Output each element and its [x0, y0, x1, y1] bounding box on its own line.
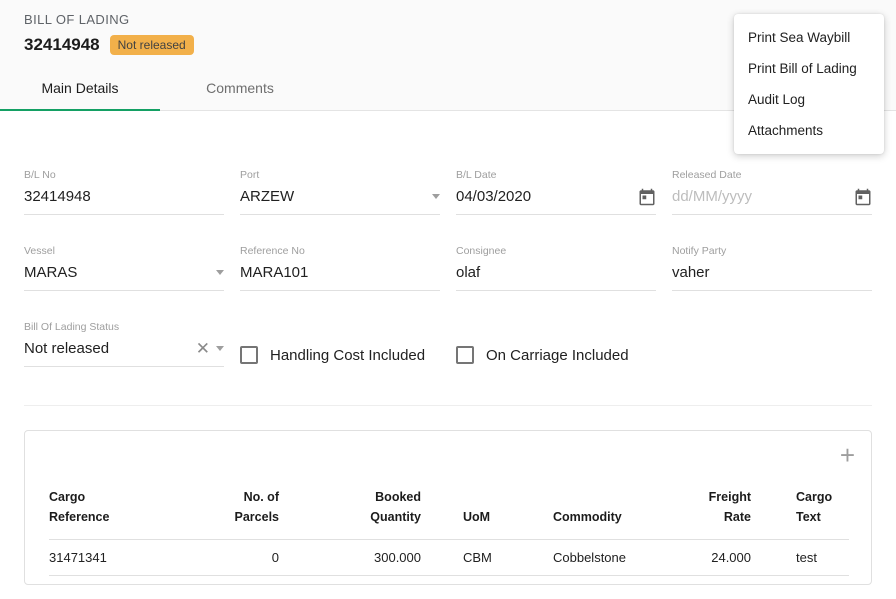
- notify-party-field[interactable]: Notify Party vaher: [672, 245, 872, 291]
- released-date-input[interactable]: dd/MM/yyyy: [672, 187, 872, 215]
- status-label: Bill Of Lading Status: [24, 321, 224, 333]
- vessel-input[interactable]: MARAS: [24, 263, 224, 291]
- port-label: Port: [240, 169, 440, 181]
- cell-commodity: Cobbelstone: [553, 540, 673, 576]
- reference-no-label: Reference No: [240, 245, 440, 257]
- on-carriage-label: On Carriage Included: [486, 347, 629, 364]
- table-header-row: Cargo Reference No. of Parcels Booked Qu…: [49, 487, 849, 540]
- cargo-table: Cargo Reference No. of Parcels Booked Qu…: [49, 487, 849, 576]
- consignee-label: Consignee: [456, 245, 656, 257]
- chevron-down-icon[interactable]: [216, 270, 224, 275]
- bl-date-input[interactable]: 04/03/2020: [456, 187, 656, 215]
- bl-number: 32414948: [24, 35, 100, 55]
- calendar-icon[interactable]: [854, 188, 872, 206]
- handling-cost-checkbox-row: Handling Cost Included: [240, 343, 440, 367]
- col-header-booked-quantity: Booked Quantity: [279, 487, 421, 540]
- cell-cargo-reference: 31471341: [49, 540, 209, 576]
- chevron-down-icon[interactable]: [216, 346, 224, 351]
- status-value: Not released: [24, 340, 190, 357]
- col-header-uom: UoM: [421, 487, 553, 540]
- status-select[interactable]: Bill Of Lading Status Not released ✕: [24, 321, 224, 367]
- cell-cargo-text: test: [751, 540, 849, 576]
- spacer: [672, 321, 872, 367]
- on-carriage-checkbox[interactable]: [456, 346, 474, 364]
- col-header-commodity: Commodity: [553, 487, 673, 540]
- main-details-form: B/L No 32414948 Port ARZEW B/L Date 04/0…: [0, 111, 896, 406]
- consignee-value: olaf: [456, 264, 656, 281]
- tab-main-details[interactable]: Main Details: [0, 67, 160, 111]
- port-value: ARZEW: [240, 188, 426, 205]
- bl-no-label: B/L No: [24, 169, 224, 181]
- port-select[interactable]: Port ARZEW: [240, 169, 440, 215]
- handling-cost-label: Handling Cost Included: [270, 347, 425, 364]
- port-input[interactable]: ARZEW: [240, 187, 440, 215]
- vessel-value: MARAS: [24, 264, 210, 281]
- released-date-placeholder: dd/MM/yyyy: [672, 188, 848, 205]
- context-menu: Print Sea Waybill Print Bill of Lading A…: [734, 14, 884, 154]
- menu-item-print-sea-waybill[interactable]: Print Sea Waybill: [734, 22, 884, 53]
- col-header-freight-rate: Freight Rate: [673, 487, 751, 540]
- released-date-label: Released Date: [672, 169, 872, 181]
- tab-comments[interactable]: Comments: [160, 67, 320, 111]
- notify-party-input[interactable]: vaher: [672, 263, 872, 291]
- released-date-field[interactable]: Released Date dd/MM/yyyy: [672, 169, 872, 215]
- status-badge: Not released: [110, 35, 194, 55]
- bl-no-input[interactable]: 32414948: [24, 187, 224, 215]
- notify-party-label: Notify Party: [672, 245, 872, 257]
- cell-uom: CBM: [421, 540, 553, 576]
- col-header-cargo-text: Cargo Text: [751, 487, 849, 540]
- consignee-input[interactable]: olaf: [456, 263, 656, 291]
- bl-no-value: 32414948: [24, 188, 224, 205]
- consignee-field[interactable]: Consignee olaf: [456, 245, 656, 291]
- bl-no-field[interactable]: B/L No 32414948: [24, 169, 224, 215]
- bl-date-label: B/L Date: [456, 169, 656, 181]
- reference-no-input[interactable]: MARA101: [240, 263, 440, 291]
- bl-date-field[interactable]: B/L Date 04/03/2020: [456, 169, 656, 215]
- chevron-down-icon[interactable]: [432, 194, 440, 199]
- on-carriage-checkbox-row: On Carriage Included: [456, 343, 656, 367]
- cargo-card: + Cargo Reference No. of Parcels Booked …: [24, 430, 872, 585]
- menu-item-print-bill-of-lading[interactable]: Print Bill of Lading: [734, 53, 884, 84]
- col-header-cargo-reference: Cargo Reference: [49, 487, 209, 540]
- notify-party-value: vaher: [672, 264, 872, 281]
- table-row[interactable]: 31471341 0 300.000 CBM Cobbelstone 24.00…: [49, 540, 849, 576]
- reference-no-value: MARA101: [240, 264, 440, 281]
- section-divider: [24, 405, 872, 406]
- vessel-select[interactable]: Vessel MARAS: [24, 245, 224, 291]
- cell-freight-rate: 24.000: [673, 540, 751, 576]
- col-header-no-of-parcels: No. of Parcels: [209, 487, 279, 540]
- handling-cost-checkbox[interactable]: [240, 346, 258, 364]
- cell-no-of-parcels: 0: [209, 540, 279, 576]
- reference-no-field[interactable]: Reference No MARA101: [240, 245, 440, 291]
- menu-item-attachments[interactable]: Attachments: [734, 115, 884, 146]
- clear-icon[interactable]: ✕: [196, 340, 210, 357]
- vessel-label: Vessel: [24, 245, 224, 257]
- calendar-icon[interactable]: [638, 188, 656, 206]
- menu-item-audit-log[interactable]: Audit Log: [734, 84, 884, 115]
- status-input[interactable]: Not released ✕: [24, 339, 224, 367]
- cell-booked-quantity: 300.000: [279, 540, 421, 576]
- add-cargo-button[interactable]: +: [840, 445, 855, 465]
- bl-date-value: 04/03/2020: [456, 188, 632, 205]
